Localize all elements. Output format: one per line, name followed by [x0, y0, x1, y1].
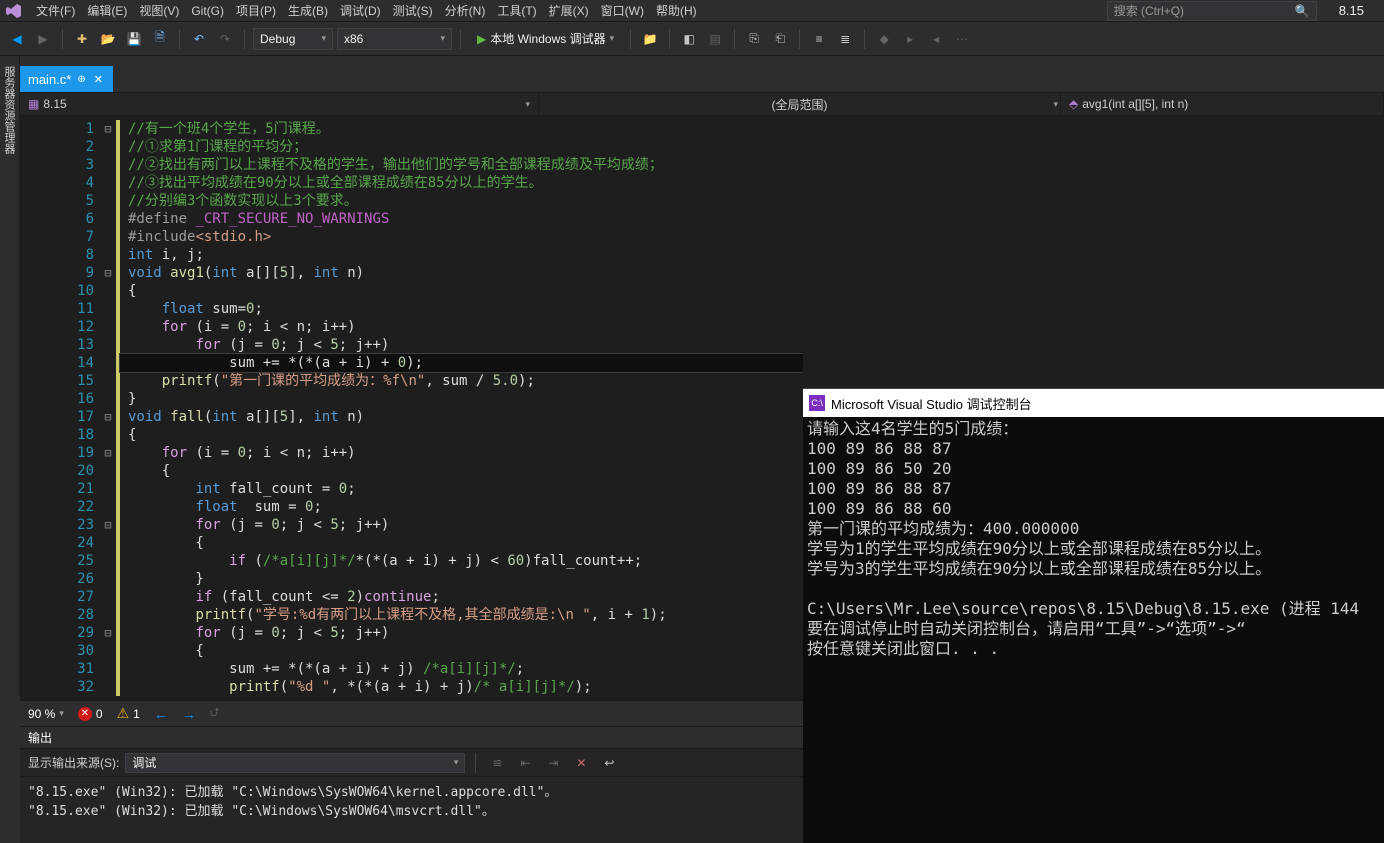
- warning-count[interactable]: ⚠ 1: [117, 705, 140, 722]
- next-issue-icon[interactable]: →: [182, 706, 196, 722]
- search-icon: 🔍: [1295, 4, 1310, 18]
- search-placeholder: 搜索 (Ctrl+Q): [1114, 2, 1184, 19]
- menubar: 文件(F)编辑(E)视图(V)Git(G)项目(P)生成(B)调试(D)测试(S…: [0, 0, 1384, 22]
- tb-icon-11[interactable]: ⋯: [951, 28, 973, 50]
- menu-item[interactable]: 扩展(X): [543, 2, 595, 20]
- output-tb-2[interactable]: ⇤: [514, 752, 536, 774]
- editor-tabs: main.c* ⊕ ✕: [20, 66, 113, 92]
- tab-main-c[interactable]: main.c* ⊕ ✕: [20, 66, 113, 92]
- menu-item[interactable]: 编辑(E): [81, 2, 133, 20]
- menu-item[interactable]: 项目(P): [230, 2, 282, 20]
- editor-right-bg: [803, 116, 1384, 388]
- tb-icon-10[interactable]: ◂: [925, 28, 947, 50]
- editor-status-strip: 90 %▾ ✕ 0 ⚠ 1 ← → ⮍: [20, 700, 803, 726]
- warning-icon: ⚠: [117, 705, 130, 722]
- output-header: 输出: [20, 727, 803, 749]
- close-icon[interactable]: ✕: [92, 73, 105, 86]
- code-navbar: ▦ 8.15 ▾ (全局范围) ▾ ⬘ avg1(int a[][5], int…: [20, 92, 1384, 116]
- nav-project[interactable]: ▦ 8.15 ▾: [20, 93, 539, 115]
- tb-icon-8[interactable]: ◆: [873, 28, 895, 50]
- save-all-icon[interactable]: 🗎: [149, 28, 171, 50]
- menu-item[interactable]: 工具(T): [491, 2, 542, 20]
- console-titlebar[interactable]: C:\ Microsoft Visual Studio 调试控制台: [803, 389, 1384, 417]
- menu-item[interactable]: 帮助(H): [650, 2, 703, 20]
- output-text[interactable]: "8.15.exe" (Win32): 已加载 "C:\Windows\SysW…: [20, 777, 803, 823]
- save-icon[interactable]: 💾: [123, 28, 145, 50]
- menu-item[interactable]: 分析(N): [439, 2, 492, 20]
- config-dropdown[interactable]: Debug▾: [253, 28, 333, 50]
- nav-scope[interactable]: (全局范围) ▾: [539, 93, 1061, 115]
- project-icon: ▦: [28, 97, 39, 111]
- undo-icon[interactable]: ↶: [188, 28, 210, 50]
- open-icon[interactable]: 📂: [97, 28, 119, 50]
- new-item-icon[interactable]: ✚: [71, 28, 93, 50]
- nav-back-button[interactable]: ◀: [6, 28, 28, 50]
- output-toolbar: 显示输出来源(S): 调试 ▾ ≌ ⇤ ⇥ ✕ ↩: [20, 749, 803, 777]
- code-editor[interactable]: 1234567891011121314151617181920212223242…: [20, 116, 803, 700]
- error-icon: ✕: [78, 707, 92, 721]
- output-tb-3[interactable]: ⇥: [542, 752, 564, 774]
- prev-issue-icon[interactable]: ←: [154, 706, 168, 722]
- fold-gutter[interactable]: ⊟⊟⊟⊟⊟⊟: [100, 116, 116, 700]
- nav-up-icon[interactable]: ⮍: [210, 703, 220, 724]
- menu-item[interactable]: 视图(V): [133, 2, 185, 20]
- tb-icon-1[interactable]: 📁: [639, 28, 661, 50]
- pin-icon[interactable]: ⊕: [77, 74, 85, 85]
- side-toolwindows: 服务器资源管理器 工具箱: [0, 56, 20, 696]
- tb-icon-4[interactable]: ⎘: [743, 28, 765, 50]
- redo-icon[interactable]: ↷: [214, 28, 236, 50]
- nav-fwd-button[interactable]: ▶: [32, 28, 54, 50]
- function-icon: ⬘: [1069, 97, 1078, 111]
- console-output[interactable]: 请输入这4名学生的5门成绩： 100 89 86 88 87 100 89 86…: [803, 417, 1384, 661]
- zoom-dropdown[interactable]: 90 %▾: [28, 707, 64, 721]
- output-panel: 输出 显示输出来源(S): 调试 ▾ ≌ ⇤ ⇥ ✕ ↩ "8.15.exe" …: [20, 726, 803, 843]
- code-area[interactable]: //有一个班4个学生，5门课程。//①求第1门课程的平均分；//②找出有两门以上…: [120, 116, 803, 700]
- menu-item[interactable]: 生成(B): [282, 2, 334, 20]
- tb-icon-3[interactable]: ▤: [704, 28, 726, 50]
- solution-name: 8.15: [1323, 3, 1380, 18]
- menu-item[interactable]: 窗口(W): [595, 2, 650, 20]
- tb-icon-7[interactable]: ≣: [834, 28, 856, 50]
- error-count[interactable]: ✕ 0: [78, 707, 103, 721]
- menu-item[interactable]: 测试(S): [387, 2, 439, 20]
- tb-icon-5[interactable]: ⎗: [769, 28, 791, 50]
- nav-function[interactable]: ⬘ avg1(int a[][5], int n): [1061, 93, 1384, 115]
- run-debugger-button[interactable]: ▶ 本地 Windows 调试器 ▾: [469, 27, 622, 51]
- line-number-gutter: 1234567891011121314151617181920212223242…: [20, 116, 100, 700]
- output-tb-1[interactable]: ≌: [486, 752, 508, 774]
- console-icon: C:\: [809, 395, 825, 411]
- platform-dropdown[interactable]: x86▾: [337, 28, 452, 50]
- tb-icon-6[interactable]: ≡: [808, 28, 830, 50]
- search-input[interactable]: 搜索 (Ctrl+Q) 🔍: [1107, 1, 1317, 21]
- menu-item[interactable]: 文件(F): [30, 2, 81, 20]
- vs-logo-icon: [4, 1, 24, 21]
- output-wrap-icon[interactable]: ↩: [598, 752, 620, 774]
- toolbar: ◀ ▶ ✚ 📂 💾 🗎 ↶ ↷ Debug▾ x86▾ ▶ 本地 Windows…: [0, 22, 1384, 56]
- debug-console-window: C:\ Microsoft Visual Studio 调试控制台 请输入这4名…: [803, 388, 1384, 843]
- side-tab-server-explorer[interactable]: 服务器资源管理器: [0, 62, 19, 696]
- tb-icon-9[interactable]: ▸: [899, 28, 921, 50]
- output-clear-icon[interactable]: ✕: [570, 752, 592, 774]
- output-source-dropdown[interactable]: 调试 ▾: [125, 753, 465, 773]
- menu-item[interactable]: Git(G): [185, 2, 230, 20]
- menu-item[interactable]: 调试(D): [334, 2, 387, 20]
- output-source-label: 显示输出来源(S):: [28, 754, 119, 771]
- tb-icon-2[interactable]: ◧: [678, 28, 700, 50]
- play-icon: ▶: [477, 32, 486, 46]
